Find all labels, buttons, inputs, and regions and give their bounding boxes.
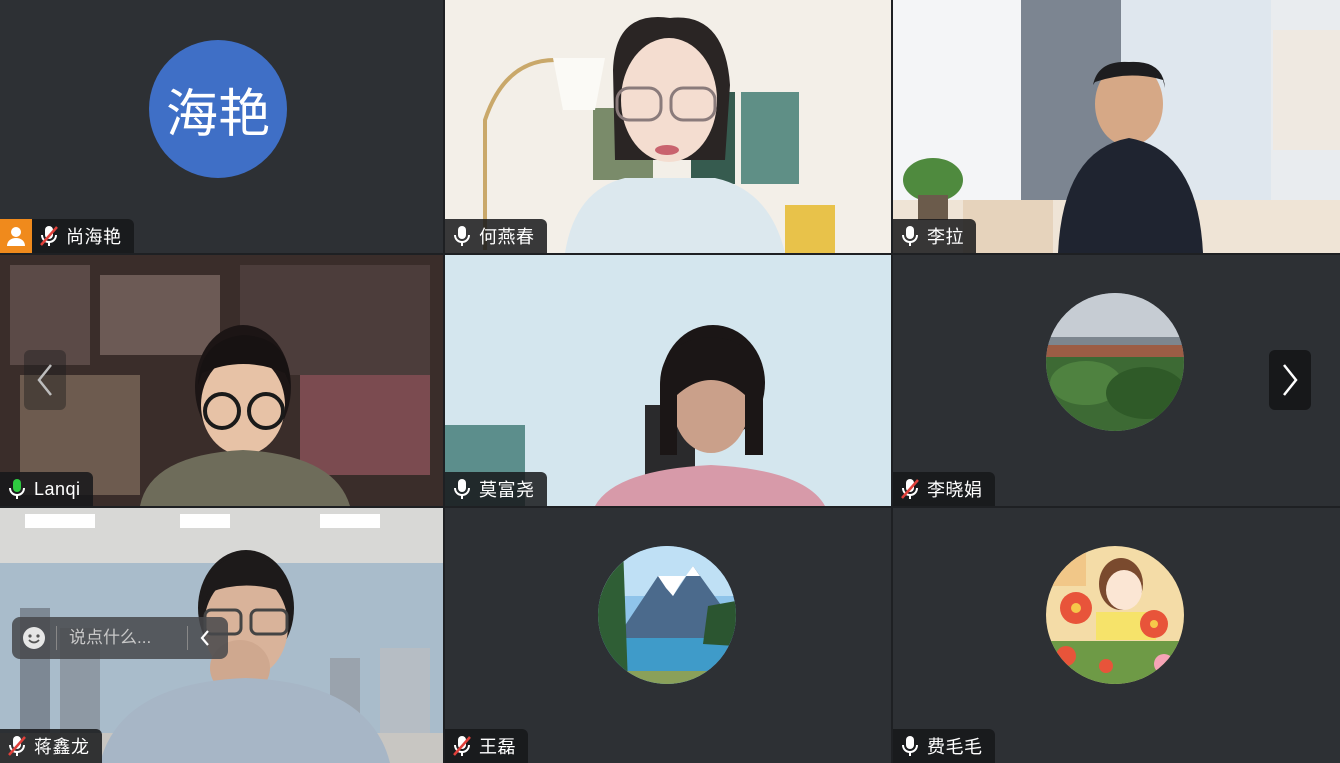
mic-icon: [893, 729, 927, 763]
text-avatar: 海艳: [149, 40, 287, 178]
name-tag: 尚海艳: [0, 219, 134, 253]
name-tag: 何燕春: [445, 219, 547, 253]
participant-tile-mofuyao[interactable]: 莫富尧: [445, 255, 891, 506]
chevron-left-icon: [200, 630, 209, 646]
name-tag: 王磊: [445, 729, 528, 763]
participant-name: 莫富尧: [479, 480, 535, 500]
participant-name: 王磊: [479, 737, 516, 757]
mic-muted-icon: [445, 729, 479, 763]
chat-input[interactable]: [67, 627, 181, 649]
name-tag: 莫富尧: [445, 472, 547, 506]
chevron-right-icon: [1283, 364, 1298, 396]
name-tag: Lanqi: [0, 472, 93, 506]
participant-name: 费毛毛: [927, 737, 983, 757]
mic-muted-icon: [0, 729, 34, 763]
collapse-chat-button[interactable]: [188, 617, 222, 659]
photo-avatar: [598, 546, 736, 684]
participant-tile-heyanchun[interactable]: 何燕春: [445, 0, 891, 253]
host-icon: [0, 219, 32, 253]
mic-icon: [445, 472, 479, 506]
name-tag: 李拉: [893, 219, 976, 253]
video-feed: [893, 0, 1340, 253]
name-tag: 蒋鑫龙: [0, 729, 102, 763]
mic-muted-icon: [893, 472, 927, 506]
participant-tile-lanqi[interactable]: Lanqi: [0, 255, 443, 506]
mic-active-icon: [0, 472, 34, 506]
chat-input-bar: [12, 617, 228, 659]
chevron-left-icon: [37, 364, 52, 396]
photo-avatar: [1046, 293, 1184, 431]
name-tag: 费毛毛: [893, 729, 995, 763]
avatar-initials: 海艳: [165, 85, 270, 144]
participant-name: 李拉: [927, 227, 964, 247]
smiley-icon: [23, 627, 45, 649]
video-feed: [445, 255, 891, 506]
participant-tile-shanghaiyan[interactable]: 海艳 尚海艳: [0, 0, 443, 253]
mic-icon: [893, 219, 927, 253]
participant-name: 李晓娟: [927, 480, 983, 500]
participant-tile-wanglei[interactable]: 王磊: [445, 508, 891, 763]
participant-tile-lila[interactable]: 李拉: [893, 0, 1340, 253]
participant-tile-feimaomao[interactable]: 费毛毛: [893, 508, 1340, 763]
divider: [56, 626, 57, 650]
prev-page-button[interactable]: [24, 350, 66, 410]
participant-name: Lanqi: [34, 478, 81, 499]
participant-name: 蒋鑫龙: [34, 737, 90, 757]
photo-avatar: [1046, 546, 1184, 684]
mic-muted-icon: [32, 219, 66, 253]
name-tag: 李晓娟: [893, 472, 995, 506]
next-page-button[interactable]: [1269, 350, 1311, 410]
video-feed: [445, 0, 891, 253]
video-feed: [0, 255, 443, 506]
participant-name: 尚海艳: [66, 227, 122, 247]
participant-name: 何燕春: [479, 227, 535, 247]
emoji-button[interactable]: [12, 617, 56, 659]
mic-icon: [445, 219, 479, 253]
